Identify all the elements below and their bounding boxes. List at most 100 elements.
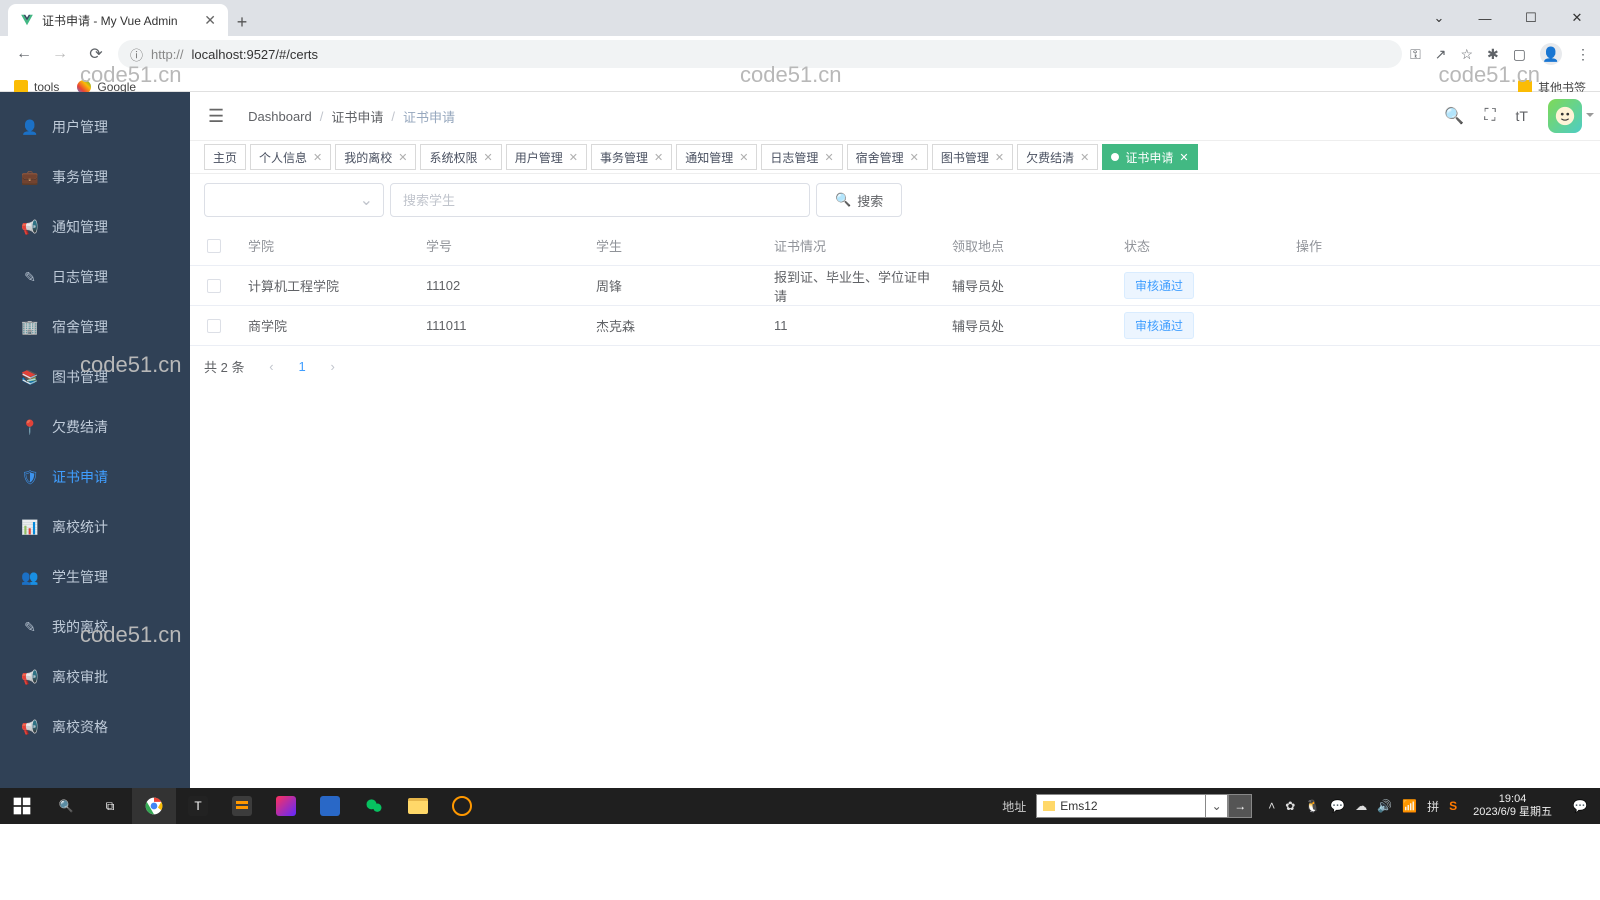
- view-tab-7[interactable]: 日志管理✕: [761, 144, 842, 170]
- view-tab-8[interactable]: 宿舍管理✕: [847, 144, 928, 170]
- new-tab-button[interactable]: +: [228, 8, 256, 36]
- sidebar-item-7[interactable]: 📍欠费结清: [0, 402, 190, 452]
- notification-center-icon[interactable]: 💬: [1560, 799, 1600, 813]
- tray-cloud-icon[interactable]: ☁: [1355, 799, 1367, 813]
- reload-button[interactable]: ⟳: [82, 40, 110, 68]
- profile-avatar-icon[interactable]: 👤: [1540, 43, 1562, 65]
- breadcrumb-item[interactable]: 证书申请: [331, 107, 383, 126]
- sidebar-item-12[interactable]: 📢离校审批: [0, 652, 190, 702]
- view-tab-0[interactable]: 主页: [204, 144, 246, 170]
- tray-chevron-icon[interactable]: ˄: [1268, 799, 1275, 813]
- breadcrumb-item[interactable]: Dashboard: [248, 109, 312, 124]
- address-input[interactable]: Ems12: [1036, 794, 1206, 818]
- intellij-taskbar-icon[interactable]: [264, 788, 308, 824]
- address-dropdown[interactable]: ⌄: [1206, 794, 1228, 818]
- app2-taskbar-icon[interactable]: [308, 788, 352, 824]
- prev-page-button[interactable]: ‹: [258, 353, 284, 379]
- view-tab-4[interactable]: 用户管理✕: [506, 144, 587, 170]
- kebab-menu-icon[interactable]: ⋮: [1576, 46, 1590, 63]
- view-tab-1[interactable]: 个人信息✕: [250, 144, 331, 170]
- row-checkbox[interactable]: [207, 319, 221, 333]
- close-icon[interactable]: ✕: [1080, 151, 1089, 164]
- browser-chrome: 证书申请 - My Vue Admin ✕ + ⌄ — ☐ ✕ ← → ⟳ ⓘ …: [0, 0, 1600, 92]
- sidebar-item-10[interactable]: 👥学生管理: [0, 552, 190, 602]
- sidebar-item-11[interactable]: ✎我的离校: [0, 602, 190, 652]
- search-button[interactable]: 🔍搜索: [816, 183, 902, 217]
- view-tab-6[interactable]: 通知管理✕: [676, 144, 757, 170]
- password-key-icon[interactable]: ⚿: [1410, 46, 1421, 63]
- view-tab-9[interactable]: 图书管理✕: [932, 144, 1013, 170]
- minimize-button[interactable]: —: [1462, 2, 1508, 34]
- close-icon[interactable]: ✕: [739, 151, 748, 164]
- site-info-icon[interactable]: ⓘ: [130, 45, 143, 64]
- close-icon[interactable]: ✕: [484, 151, 493, 164]
- view-tab-10[interactable]: 欠费结清✕: [1017, 144, 1098, 170]
- close-icon[interactable]: ✕: [654, 151, 663, 164]
- tray-volume-icon[interactable]: 🔊: [1377, 799, 1392, 813]
- sidebar-item-0[interactable]: 🔑系统权限: [0, 92, 190, 102]
- forward-button[interactable]: →: [46, 40, 74, 68]
- tray-penguin-icon[interactable]: 🐧: [1305, 799, 1320, 813]
- chrome-taskbar-icon[interactable]: [132, 788, 176, 824]
- tray-app-icon[interactable]: ✿: [1285, 799, 1295, 813]
- view-tab-11[interactable]: 证书申请✕: [1102, 144, 1197, 170]
- status-button[interactable]: 审核通过: [1124, 272, 1194, 299]
- tray-ime-icon[interactable]: 拼: [1427, 798, 1439, 815]
- next-page-button[interactable]: ›: [320, 353, 346, 379]
- fullscreen-icon[interactable]: ⛶: [1484, 107, 1495, 125]
- maximize-button[interactable]: ☐: [1508, 2, 1554, 34]
- hamburger-icon[interactable]: ☰: [208, 106, 224, 127]
- tab-dropdown-button[interactable]: ⌄: [1416, 2, 1462, 34]
- address-go-button[interactable]: →: [1228, 794, 1252, 818]
- sidebar-item-9[interactable]: 📊离校统计: [0, 502, 190, 552]
- url-field[interactable]: ⓘ http://localhost:9527/#/certs: [118, 40, 1402, 68]
- explorer-taskbar-icon[interactable]: [396, 788, 440, 824]
- search-input[interactable]: [390, 183, 810, 217]
- close-icon[interactable]: ✕: [398, 151, 407, 164]
- bookmark-star-icon[interactable]: ☆: [1460, 46, 1473, 63]
- extensions-icon[interactable]: ✱: [1487, 46, 1499, 63]
- user-avatar[interactable]: [1548, 99, 1582, 133]
- share-icon[interactable]: ↗: [1435, 46, 1447, 63]
- sidebar-item-6[interactable]: 📚图书管理: [0, 352, 190, 402]
- back-button[interactable]: ←: [10, 40, 38, 68]
- row-checkbox[interactable]: [207, 279, 221, 293]
- view-tab-5[interactable]: 事务管理✕: [591, 144, 672, 170]
- close-icon[interactable]: ✕: [1179, 151, 1188, 164]
- start-button[interactable]: [0, 788, 44, 824]
- college-select[interactable]: ⌄: [204, 183, 384, 217]
- sidebar-item-8[interactable]: 🛡证书申请: [0, 452, 190, 502]
- taskbar-clock[interactable]: 19:04 2023/6/9 星期五: [1465, 793, 1560, 819]
- search-taskbar-icon[interactable]: 🔍: [44, 788, 88, 824]
- sidebar-item-13[interactable]: 📢离校资格: [0, 702, 190, 752]
- browser-tab[interactable]: 证书申请 - My Vue Admin ✕: [8, 4, 228, 36]
- tray-wechat-icon[interactable]: 💬: [1330, 799, 1345, 813]
- search-icon[interactable]: 🔍: [1444, 106, 1464, 126]
- view-tab-3[interactable]: 系统权限✕: [420, 144, 501, 170]
- sidebar-item-2[interactable]: 💼事务管理: [0, 152, 190, 202]
- tray-wifi-icon[interactable]: 📶: [1402, 799, 1417, 813]
- close-icon[interactable]: ✕: [910, 151, 919, 164]
- tray-sogou-icon[interactable]: S: [1449, 799, 1457, 813]
- view-tab-2[interactable]: 我的离校✕: [335, 144, 416, 170]
- close-icon[interactable]: ✕: [824, 151, 833, 164]
- sidebar-item-4[interactable]: ✎日志管理: [0, 252, 190, 302]
- close-icon[interactable]: ✕: [313, 151, 322, 164]
- status-button[interactable]: 审核通过: [1124, 312, 1194, 339]
- fontsize-icon[interactable]: tT: [1516, 108, 1528, 124]
- sidebar-item-5[interactable]: 🏢宿舍管理: [0, 302, 190, 352]
- task-view-icon[interactable]: ⧉: [88, 788, 132, 824]
- wechat-taskbar-icon[interactable]: [352, 788, 396, 824]
- sidepanel-icon[interactable]: ▢: [1513, 46, 1526, 63]
- app3-taskbar-icon[interactable]: [440, 788, 484, 824]
- app-taskbar-icon[interactable]: T: [176, 788, 220, 824]
- close-icon[interactable]: ✕: [995, 151, 1004, 164]
- page-number[interactable]: 1: [298, 359, 305, 374]
- sublime-taskbar-icon[interactable]: [220, 788, 264, 824]
- close-window-button[interactable]: ✕: [1554, 2, 1600, 34]
- sidebar-item-3[interactable]: 📢通知管理: [0, 202, 190, 252]
- sidebar-item-1[interactable]: 👤用户管理: [0, 102, 190, 152]
- close-tab-icon[interactable]: ✕: [204, 12, 216, 29]
- select-all-checkbox[interactable]: [207, 239, 221, 253]
- close-icon[interactable]: ✕: [569, 151, 578, 164]
